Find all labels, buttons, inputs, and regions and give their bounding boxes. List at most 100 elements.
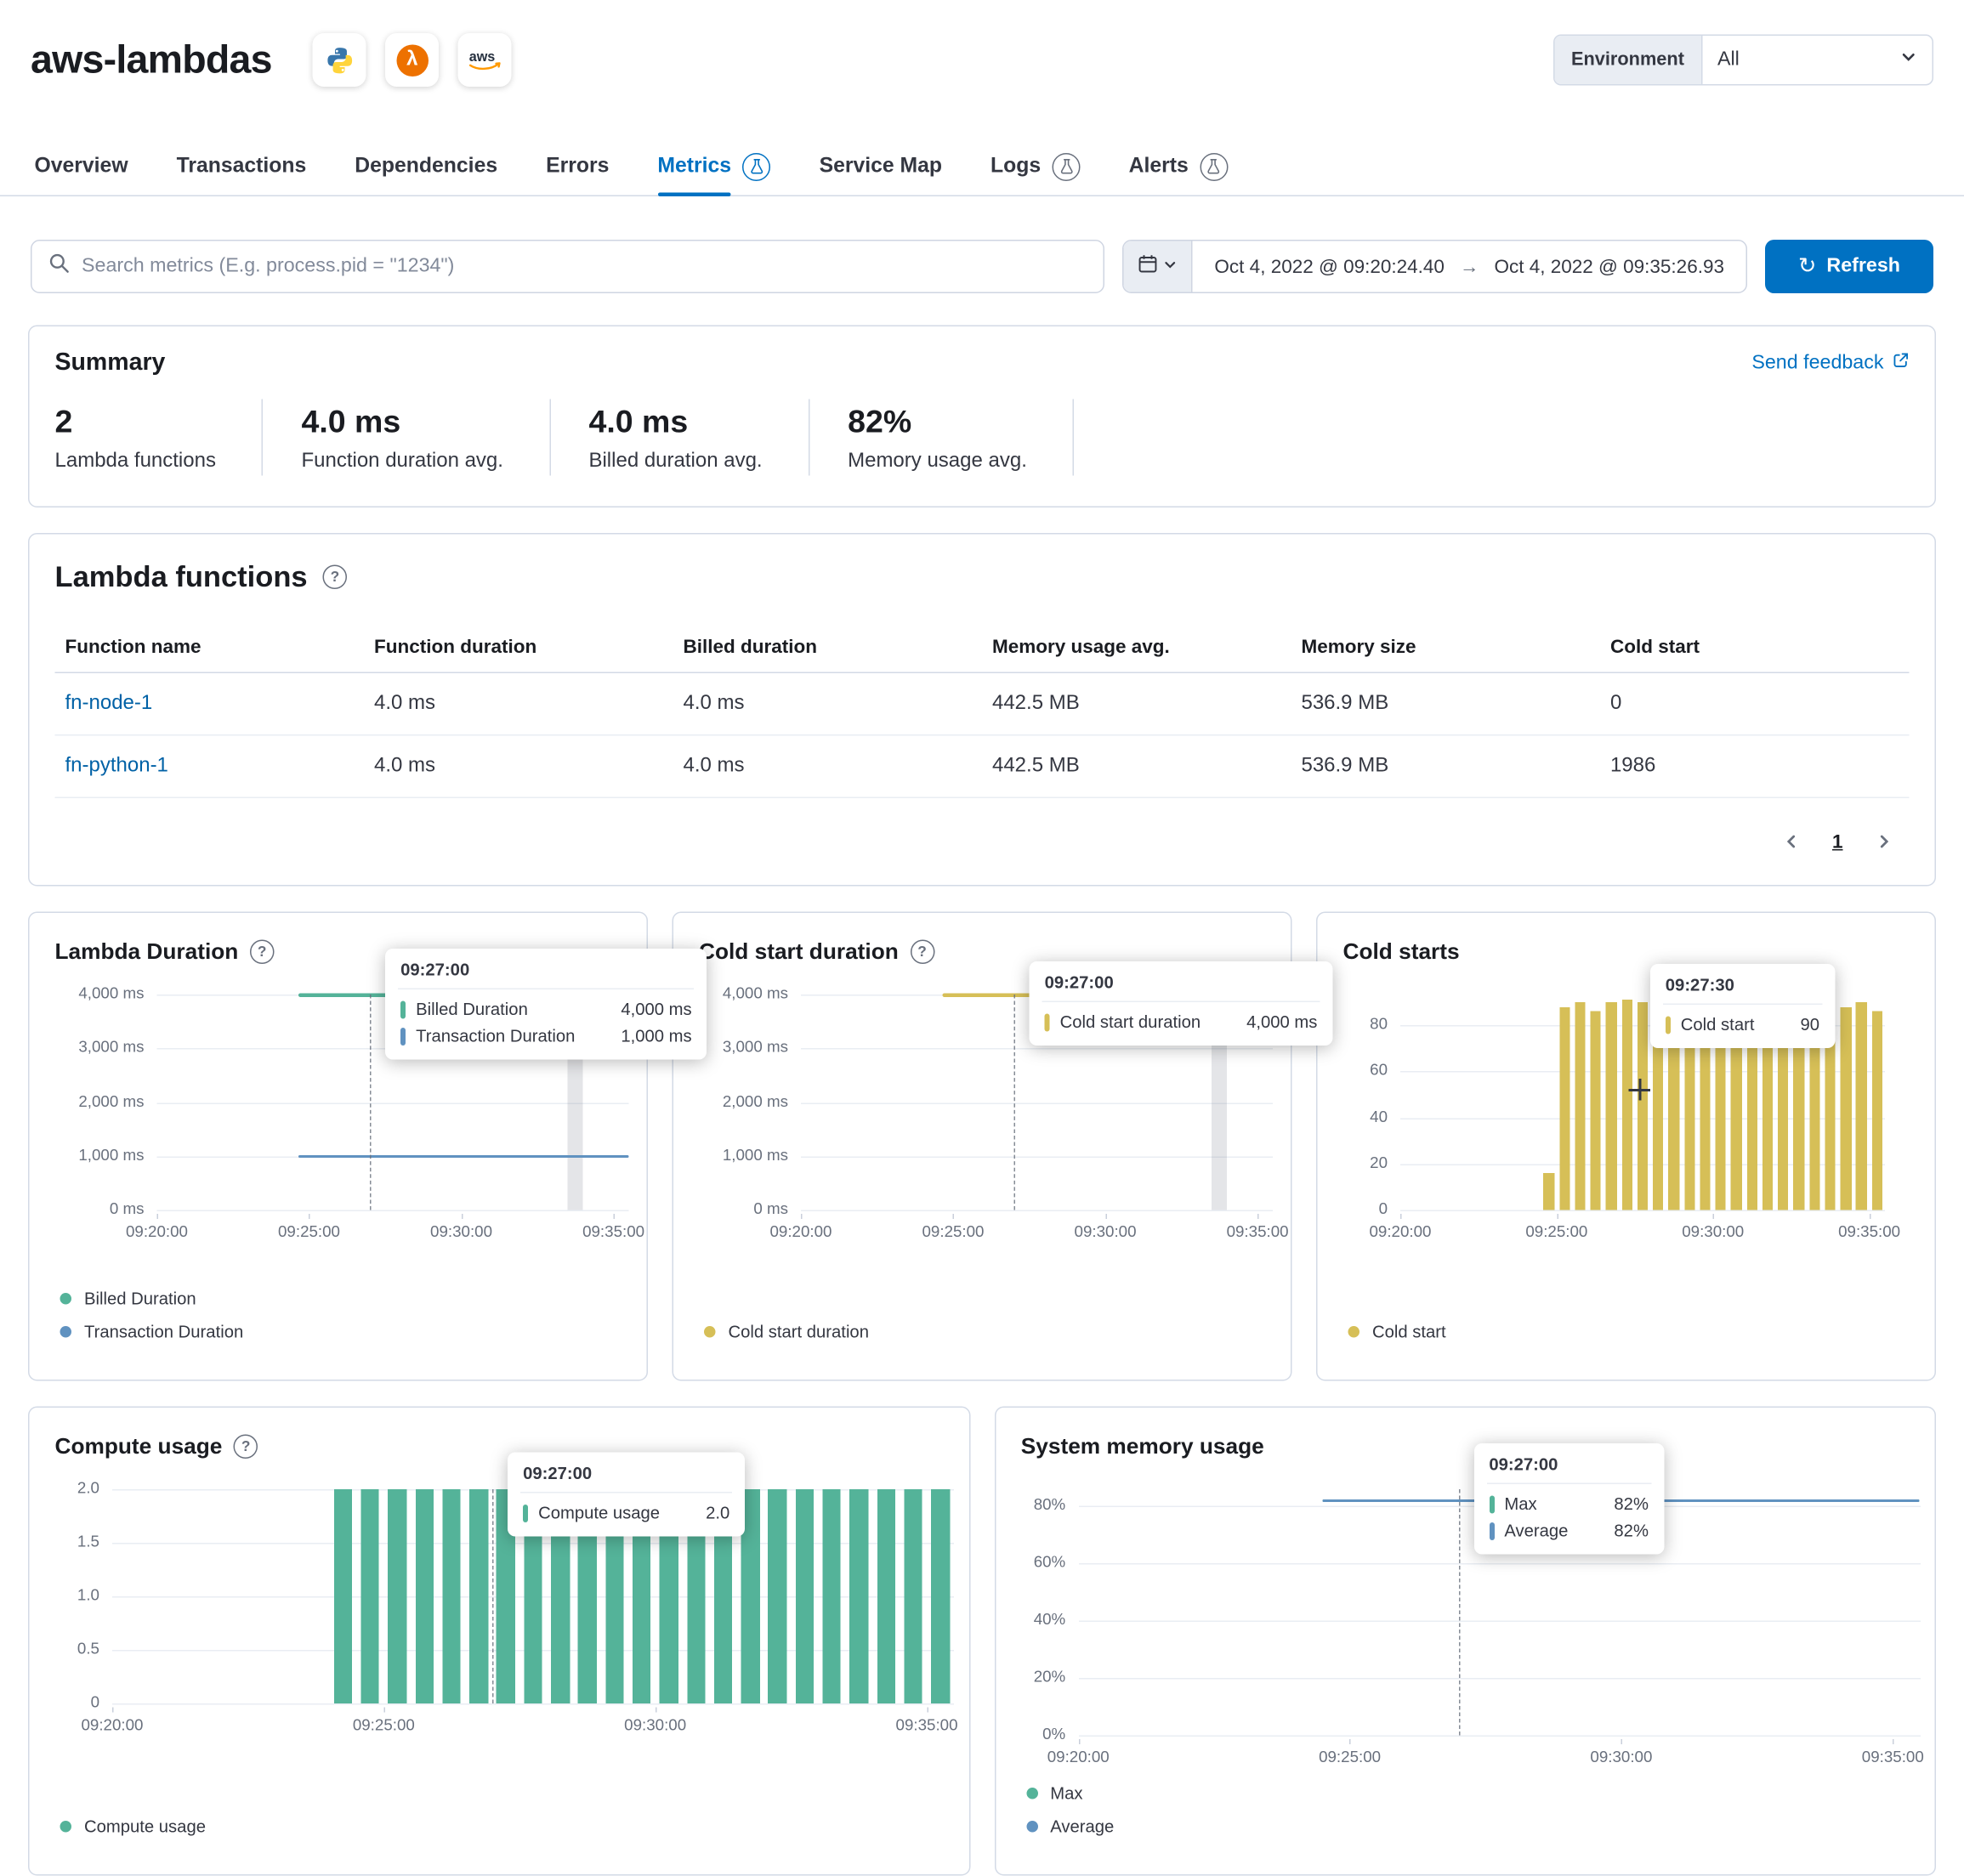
- y-axis-label: 20: [1318, 1153, 1388, 1171]
- chart-legend: Compute usage: [60, 1817, 206, 1837]
- x-axis-label: 09:30:00: [1670, 1223, 1757, 1241]
- tab-dependencies[interactable]: Dependencies: [355, 137, 497, 196]
- legend-item[interactable]: Max: [1026, 1784, 1115, 1804]
- stat-label: Memory usage avg.: [848, 451, 1027, 473]
- tab-label: Dependencies: [355, 137, 497, 196]
- chart-bar[interactable]: [904, 1489, 922, 1703]
- column-header-memory-size[interactable]: Memory size: [1291, 622, 1599, 672]
- chart-bar[interactable]: [469, 1489, 488, 1703]
- help-icon[interactable]: [910, 940, 934, 965]
- x-axis-tick: [1557, 1214, 1558, 1219]
- x-axis-label: 09:20:00: [69, 1716, 156, 1734]
- help-icon[interactable]: [250, 940, 275, 965]
- hover-crosshair-line: [492, 1489, 494, 1703]
- environment-select[interactable]: Environment All: [1553, 35, 1933, 86]
- search-box[interactable]: [31, 240, 1104, 293]
- chart-bar[interactable]: [822, 1489, 841, 1703]
- cell-memory-size: 536.9 MB: [1291, 672, 1599, 735]
- chart-bar[interactable]: [931, 1489, 950, 1703]
- column-header-cold-start[interactable]: Cold start: [1600, 622, 1910, 672]
- x-axis-label: 09:25:00: [266, 1223, 353, 1241]
- y-axis-label: 80%: [996, 1496, 1066, 1514]
- chart-bar[interactable]: [1543, 1173, 1553, 1210]
- legend-item[interactable]: Average: [1026, 1817, 1115, 1837]
- chart-bar[interactable]: [334, 1489, 353, 1703]
- date-range-picker[interactable]: Oct 4, 2022 @ 09:20:24.40 Oct 4, 2022 @ …: [1122, 240, 1747, 293]
- search-input[interactable]: [82, 255, 1087, 278]
- calendar-icon: [1138, 253, 1158, 281]
- chart-bar[interactable]: [1638, 1002, 1648, 1210]
- charts-row-top: Lambda Duration 4,000 ms3,000 ms2,000 ms…: [28, 912, 1936, 1381]
- chart-bar[interactable]: [361, 1489, 380, 1703]
- chart-bar[interactable]: [388, 1489, 406, 1703]
- tooltip-label: Transaction Duration: [416, 1027, 575, 1046]
- calendar-menu-button[interactable]: [1124, 241, 1193, 292]
- tab-errors[interactable]: Errors: [546, 137, 609, 196]
- stat-lambda-functions: 2 Lambda functions: [55, 400, 264, 476]
- tooltip-title: 09:27:00: [1042, 972, 1320, 1002]
- next-page-button[interactable]: [1869, 826, 1899, 857]
- tooltip-title: 09:27:00: [398, 959, 695, 989]
- x-axis-tick: [1621, 1739, 1623, 1744]
- tab-alerts[interactable]: Alerts: [1129, 137, 1229, 196]
- tab-label: Service Map: [820, 137, 942, 196]
- legend-item[interactable]: Transaction Duration: [60, 1323, 244, 1342]
- function-link[interactable]: fn-python-1: [65, 755, 168, 777]
- cell-cold-start: 1986: [1600, 735, 1910, 798]
- send-feedback-link[interactable]: Send feedback: [1751, 352, 1909, 375]
- tab-metrics[interactable]: Metrics: [657, 137, 770, 196]
- gridline: [1400, 1210, 1885, 1212]
- chart-tooltip: 09:27:00Compute usage2.0: [508, 1453, 745, 1537]
- date-start[interactable]: Oct 4, 2022 @ 09:20:24.40: [1214, 256, 1445, 278]
- stat-label: Billed duration avg.: [588, 451, 762, 473]
- legend-item[interactable]: Cold start duration: [704, 1323, 869, 1342]
- stat-function-duration: 4.0 ms Function duration avg.: [301, 400, 550, 476]
- tooltip-value: 1,000 ms: [585, 1027, 691, 1046]
- page-number[interactable]: 1: [1832, 830, 1843, 853]
- hover-crosshair-line: [1458, 1489, 1460, 1736]
- chart-bar[interactable]: [795, 1489, 814, 1703]
- stat-billed-duration: 4.0 ms Billed duration avg.: [588, 400, 809, 476]
- chart-bar[interactable]: [849, 1489, 868, 1703]
- refresh-button[interactable]: Refresh: [1765, 240, 1933, 293]
- y-axis-label: 60: [1318, 1061, 1388, 1079]
- tab-logs[interactable]: Logs: [991, 137, 1081, 196]
- stat-label: Lambda functions: [55, 451, 216, 473]
- gridline: [801, 1102, 1273, 1104]
- chart-bar[interactable]: [877, 1489, 895, 1703]
- x-axis-label: 09:30:00: [418, 1223, 505, 1241]
- chart-bar[interactable]: [1621, 1000, 1632, 1210]
- tab-overview[interactable]: Overview: [35, 137, 128, 196]
- tab-service-map[interactable]: Service Map: [820, 137, 942, 196]
- date-end[interactable]: Oct 4, 2022 @ 09:35:26.93: [1494, 256, 1724, 278]
- column-header-billed-duration[interactable]: Billed duration: [673, 622, 981, 672]
- legend-item[interactable]: Cold start: [1348, 1323, 1446, 1342]
- refresh-icon: [1798, 254, 1816, 280]
- previous-page-button[interactable]: [1776, 826, 1807, 857]
- feedback-label: Send feedback: [1751, 352, 1883, 375]
- chart-bar[interactable]: [1591, 1012, 1601, 1210]
- chart-bar[interactable]: [1856, 1002, 1866, 1210]
- chart-bar[interactable]: [1559, 1006, 1569, 1210]
- function-link[interactable]: fn-node-1: [65, 693, 153, 715]
- column-header-function-name[interactable]: Function name: [55, 622, 364, 672]
- legend-item[interactable]: Billed Duration: [60, 1289, 244, 1309]
- column-header-memory-usage[interactable]: Memory usage avg.: [982, 622, 1291, 672]
- tooltip-series-chip: [1489, 1495, 1494, 1513]
- legend-item[interactable]: Compute usage: [60, 1817, 206, 1837]
- chart-bar[interactable]: [1606, 1002, 1616, 1210]
- chart-bar[interactable]: [442, 1489, 461, 1703]
- chart-bar[interactable]: [1841, 1006, 1851, 1210]
- summary-title: Summary: [55, 349, 166, 377]
- legend-dot: [1026, 1788, 1038, 1799]
- help-icon[interactable]: [234, 1435, 258, 1459]
- tab-transactions[interactable]: Transactions: [177, 137, 307, 196]
- chart-bar[interactable]: [415, 1489, 434, 1703]
- chart-bar[interactable]: [1872, 1012, 1882, 1210]
- chart-legend: Billed Duration Transaction Duration: [60, 1289, 244, 1342]
- column-header-function-duration[interactable]: Function duration: [364, 622, 673, 672]
- chart-bar[interactable]: [1575, 1002, 1585, 1210]
- chart-bar[interactable]: [769, 1489, 787, 1703]
- legend-dot: [1026, 1821, 1038, 1833]
- help-icon[interactable]: [323, 565, 348, 590]
